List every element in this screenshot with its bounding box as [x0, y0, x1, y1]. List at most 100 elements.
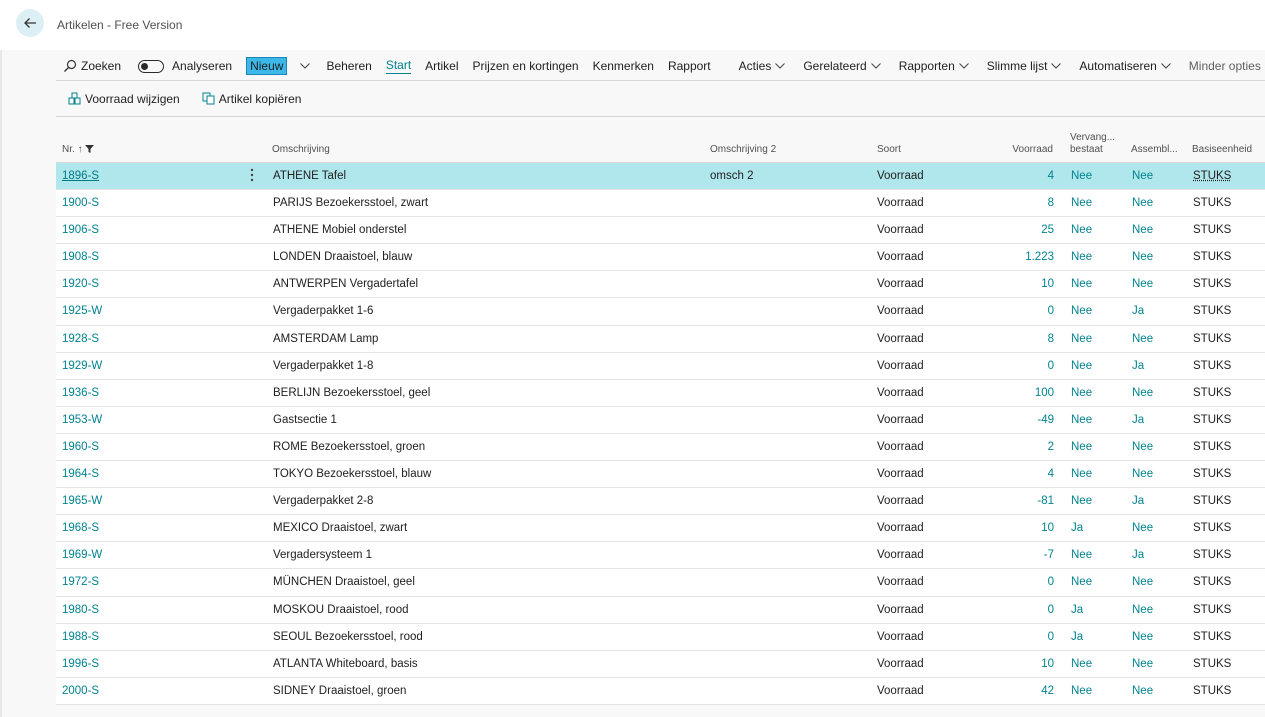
cell-inventory[interactable]: 100 — [976, 387, 1054, 400]
cell-inventory[interactable]: 0 — [976, 305, 1054, 318]
page-title: Artikelen - Free Version — [57, 18, 183, 32]
cell-item-number[interactable]: 1908-S — [62, 251, 99, 264]
column-header-type[interactable]: Soort — [877, 144, 901, 156]
cell-item-number[interactable]: 1972-S — [62, 576, 99, 589]
tab-item[interactable]: Artikel — [418, 54, 465, 78]
cell-item-number[interactable]: 1968-S — [62, 522, 99, 535]
table-row[interactable]: 1988-S SEOUL Bezoekersstoel, rood Voorraad… — [56, 623, 1265, 651]
table-row[interactable]: 1908-S LONDEN Draaistoel, blauw Voorraad 1.… — [56, 244, 1265, 272]
table-row[interactable]: 1896-S ATHENE Tafel omsch 2 Voorraad 4 Nee Nee… — [56, 163, 1265, 191]
cell-inventory[interactable]: 10 — [976, 278, 1054, 291]
row-actions-icon[interactable] — [250, 168, 254, 186]
cell-inventory[interactable]: -7 — [976, 549, 1054, 562]
table-row[interactable]: 1925-W Vergaderpakket 1-6 Voorraad 0 Nee Ja ST… — [56, 298, 1265, 326]
cell-item-number[interactable]: 1988-S — [62, 631, 99, 644]
cell-item-number[interactable]: 1980-S — [62, 604, 99, 617]
table-row[interactable]: 1965-W Vergaderpakket 2-8 Voorraad -81 Nee Ja… — [56, 488, 1265, 516]
cell-inventory[interactable]: 10 — [976, 522, 1054, 535]
adjust-inventory-button[interactable]: Voorraad wijzigen — [56, 92, 191, 106]
cell-item-number[interactable]: 1953-W — [62, 414, 102, 427]
cell-inventory[interactable]: 10 — [976, 658, 1054, 671]
tab-prices[interactable]: Prijzen en kortingen — [466, 54, 586, 78]
table-row[interactable]: 1928-S AMSTERDAM Lamp Voorraad 8 Nee Nee STUKS — [56, 325, 1265, 353]
table-row[interactable]: 1968-S MEXICO Draaistoel, zwart Voorraad 10… — [56, 515, 1265, 543]
cell-substitutes: Nee — [1071, 170, 1093, 182]
table-row[interactable]: 1964-S TOKYO Bezoekersstoel, blauw Voorraa… — [56, 461, 1265, 489]
column-header-description2[interactable]: Omschrijving 2 — [710, 144, 776, 156]
actions-menu[interactable]: Acties — [732, 54, 797, 78]
tab-manage[interactable]: Beheren — [319, 54, 378, 78]
table-row[interactable]: 1936-S BERLIJN Bezoekersstoel, geel Voorra… — [56, 379, 1265, 407]
cell-item-number[interactable]: 1928-S — [62, 333, 99, 346]
cell-item-number[interactable]: 1925-W — [62, 305, 102, 318]
cell-inventory[interactable]: 4 — [976, 468, 1054, 481]
cell-item-number[interactable]: 2000-S — [62, 685, 99, 698]
analyze-toggle[interactable]: Analyseren — [128, 54, 239, 78]
tab-report[interactable]: Rapport — [661, 54, 718, 78]
cell-item-number[interactable]: 1900-S — [62, 197, 99, 210]
copy-icon — [202, 92, 215, 105]
related-menu[interactable]: Gerelateerd — [796, 54, 891, 78]
column-header-description[interactable]: Omschrijving — [272, 144, 330, 156]
table-row[interactable]: 1996-S ATLANTA Whiteboard, basis Voorraad 1… — [56, 650, 1265, 678]
tab-start[interactable]: Start — [379, 54, 418, 78]
copy-item-button[interactable]: Artikel kopiëren — [191, 92, 313, 106]
table-row[interactable]: 1972-S MÜNCHEN Draaistoel, geel Voorraad 0 N… — [56, 569, 1265, 597]
cell-inventory[interactable]: 25 — [976, 224, 1054, 237]
cell-inventory[interactable]: 1.223 — [976, 251, 1054, 264]
cell-item-number[interactable]: 1960-S — [62, 441, 99, 454]
cell-type: Voorraad — [877, 684, 924, 697]
cell-item-number[interactable]: 1969-W — [62, 549, 102, 562]
table-row[interactable]: 1980-S MOSKOU Draaistoel, rood Voorraad 0 Ja… — [56, 596, 1265, 624]
table-row[interactable]: 1953-W Gastsectie 1 Voorraad -49 Nee Ja STUKS — [56, 406, 1265, 434]
cell-item-number[interactable]: 1896-S — [62, 170, 99, 183]
automate-menu[interactable]: Automatiseren — [1072, 54, 1181, 78]
cell-substitutes: Nee — [1071, 278, 1093, 291]
table-row[interactable]: 1906-S ATHENE Mobiel onderstel Voorraad 25 N… — [56, 217, 1265, 245]
cell-inventory[interactable]: 0 — [976, 604, 1054, 617]
column-header-substitutes[interactable]: Vervang... bestaat — [1070, 132, 1115, 156]
new-button[interactable]: Nieuw — [239, 54, 289, 78]
cell-description: Vergaderpakket 1-8 — [273, 359, 374, 372]
cell-base-unit: STUKS — [1193, 386, 1232, 399]
table-row[interactable]: 2000-S SIDNEY Draaistoel, groen Voorraad 42… — [56, 677, 1265, 705]
new-dropdown-button[interactable] — [295, 54, 319, 78]
tab-attributes[interactable]: Kenmerken — [586, 54, 661, 78]
cell-inventory[interactable]: -81 — [976, 495, 1054, 508]
cell-inventory[interactable]: 0 — [976, 360, 1054, 373]
cell-inventory[interactable]: 42 — [976, 685, 1054, 698]
cell-inventory[interactable]: 2 — [976, 441, 1054, 454]
smartlist-menu[interactable]: Slimme lijst — [980, 54, 1073, 78]
cell-assembly: Ja — [1132, 413, 1145, 426]
reports-menu[interactable]: Rapporten — [892, 54, 980, 78]
cell-inventory[interactable]: 0 — [976, 576, 1054, 589]
table-row[interactable]: 1960-S ROME Bezoekersstoel, groen Voorraad… — [56, 433, 1265, 462]
table-row[interactable]: 1969-W Vergadersysteem 1 Voorraad -7 Nee Ja ST… — [56, 542, 1265, 570]
column-header-inventory[interactable]: Voorraad — [976, 144, 1053, 156]
cell-description: Gastsectie 1 — [273, 413, 337, 426]
cell-inventory[interactable]: 4 — [976, 170, 1054, 183]
cell-inventory[interactable]: 8 — [976, 197, 1054, 210]
cell-inventory[interactable]: -49 — [976, 414, 1054, 427]
sort-ascending-icon: ↑ — [77, 144, 83, 155]
cell-item-number[interactable]: 1965-W — [62, 495, 102, 508]
cell-item-number[interactable]: 1936-S — [62, 387, 99, 400]
column-header-base-unit[interactable]: Basiseenheid — [1192, 144, 1252, 156]
cell-item-number[interactable]: 1906-S — [62, 224, 99, 237]
cell-assembly: Nee — [1132, 468, 1154, 481]
cell-base-unit: STUKS — [1193, 413, 1232, 426]
search-button[interactable]: Zoeken — [56, 54, 128, 78]
column-header-assembly[interactable]: Assembl... — [1131, 144, 1178, 156]
cell-inventory[interactable]: 0 — [976, 631, 1054, 644]
fewer-options-button[interactable]: Minder opties — [1182, 54, 1265, 78]
back-button[interactable] — [16, 9, 44, 37]
column-header-nr[interactable]: Nr. ↑ — [62, 144, 95, 156]
cell-inventory[interactable]: 8 — [976, 333, 1054, 346]
table-row[interactable]: 1920-S ANTWERPEN Vergadertafel Voorraad 10 N… — [56, 271, 1265, 299]
cell-item-number[interactable]: 1964-S — [62, 468, 99, 481]
table-row[interactable]: 1900-S PARIJS Bezoekersstoel, zwart Voorra… — [56, 190, 1265, 218]
cell-item-number[interactable]: 1996-S — [62, 658, 99, 671]
cell-item-number[interactable]: 1920-S — [62, 278, 99, 291]
cell-item-number[interactable]: 1929-W — [62, 360, 102, 373]
table-row[interactable]: 1929-W Vergaderpakket 1-8 Voorraad 0 Nee Ja ST… — [56, 352, 1265, 380]
